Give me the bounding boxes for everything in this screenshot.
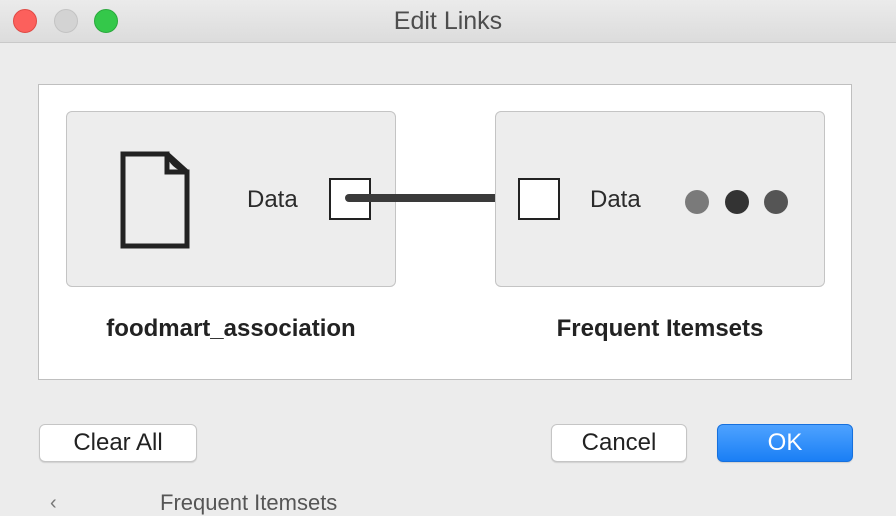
edit-links-dialog: Edit Links Data Data foodmart_associatio… [0, 0, 896, 515]
source-output-label: Data [247, 186, 298, 213]
target-input-port[interactable] [518, 178, 560, 220]
ok-button[interactable]: OK [717, 424, 853, 462]
file-icon [120, 151, 190, 249]
target-input-label: Data [590, 186, 641, 213]
more-dots-icon [725, 190, 749, 214]
background-chevron-icon: ‹ [50, 492, 57, 514]
clear-all-button[interactable]: Clear All [39, 424, 197, 462]
cancel-button[interactable]: Cancel [551, 424, 687, 462]
more-dots-icon [685, 190, 709, 214]
more-dots-icon [764, 190, 788, 214]
link-canvas[interactable]: Data Data foodmart_association Frequent … [38, 84, 852, 380]
target-node-box[interactable]: Data [495, 111, 825, 287]
background-window-text: Frequent Itemsets [160, 490, 338, 515]
window-title: Edit Links [393, 7, 503, 35]
titlebar: Edit Links [0, 0, 896, 43]
source-node-name: foodmart_association [106, 315, 356, 342]
target-node-name: Frequent Itemsets [556, 315, 764, 342]
